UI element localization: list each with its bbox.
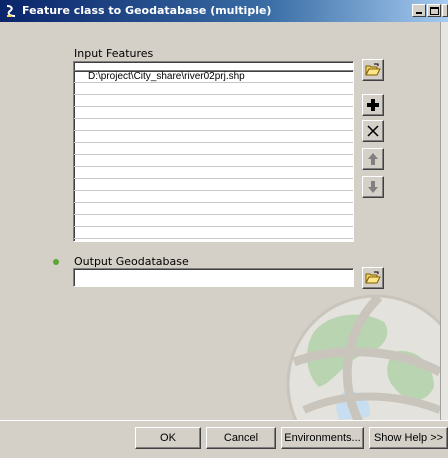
window-title: Feature class to Geodatabase (multiple) <box>22 4 272 17</box>
move-up-button[interactable] <box>362 148 384 170</box>
globe-watermark-icon <box>284 292 440 420</box>
cancel-button[interactable]: Cancel <box>206 427 276 449</box>
close-button[interactable] <box>442 4 448 17</box>
list-item[interactable] <box>74 227 353 239</box>
list-item[interactable] <box>74 131 353 143</box>
output-geodatabase-browse-button[interactable] <box>362 267 384 289</box>
maximize-button[interactable] <box>427 4 441 17</box>
minimize-button[interactable] <box>412 4 426 17</box>
show-help-button[interactable]: Show Help >> <box>369 427 448 449</box>
add-item-button[interactable] <box>362 94 384 116</box>
input-features-list[interactable]: D:\project\City_share\river02prj.shp <box>73 70 354 242</box>
list-item[interactable] <box>74 179 353 191</box>
input-features-browse-button[interactable] <box>362 59 384 81</box>
input-features-label: Input Features <box>74 47 154 60</box>
list-item[interactable] <box>74 203 353 215</box>
title-bar[interactable]: Feature class to Geodatabase (multiple) <box>0 0 448 22</box>
output-geodatabase-label: Output Geodatabase <box>74 255 189 268</box>
toolbox-tool-icon <box>4 4 18 18</box>
list-item[interactable] <box>74 167 353 179</box>
move-down-button[interactable] <box>362 176 384 198</box>
list-item[interactable] <box>74 215 353 227</box>
list-item[interactable] <box>74 155 353 167</box>
list-item[interactable] <box>74 119 353 131</box>
output-geodatabase-field[interactable] <box>73 268 354 287</box>
list-item[interactable] <box>74 95 353 107</box>
remove-item-button[interactable] <box>362 120 384 142</box>
ok-button[interactable]: OK <box>135 427 201 449</box>
list-item[interactable] <box>74 143 353 155</box>
list-item[interactable] <box>74 83 353 95</box>
environments-button[interactable]: Environments... <box>281 427 364 449</box>
vertical-scrollbar[interactable] <box>440 22 448 420</box>
list-item[interactable] <box>74 191 353 203</box>
list-item[interactable]: D:\project\City_share\river02prj.shp <box>74 71 353 83</box>
list-item[interactable] <box>74 107 353 119</box>
required-green-dot-icon <box>53 259 59 265</box>
